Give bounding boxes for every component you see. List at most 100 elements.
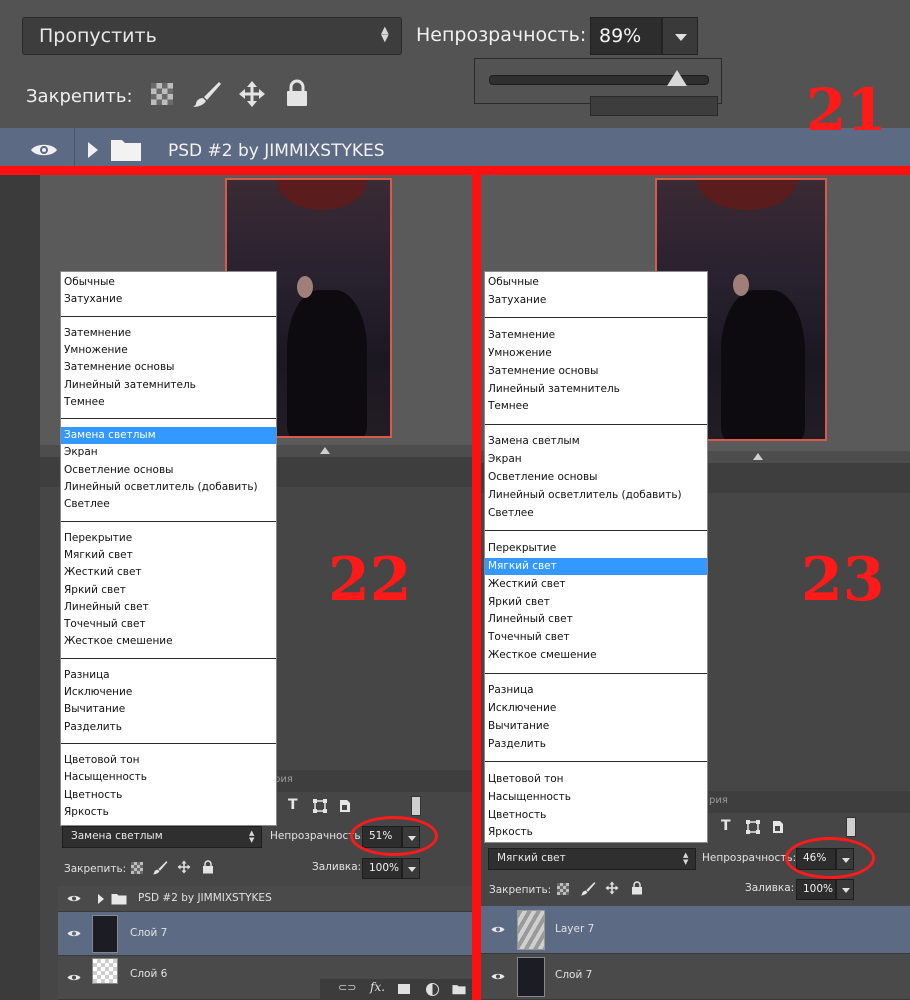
- folder-icon[interactable]: [452, 983, 466, 995]
- blend-mode-option[interactable]: Мягкий свет: [485, 557, 707, 575]
- blend-mode-option[interactable]: Мягкий свет: [61, 547, 276, 564]
- blend-mode-option[interactable]: Вычитание: [485, 718, 707, 735]
- shape-icon[interactable]: [746, 820, 760, 834]
- blend-mode-option[interactable]: Разница: [485, 682, 707, 699]
- blend-mode-option[interactable]: Линейный осветлитель (добавить): [61, 479, 276, 496]
- brush-icon[interactable]: [152, 860, 168, 875]
- link-icon[interactable]: ⊂⊃: [338, 981, 356, 994]
- blend-mode-option[interactable]: Яркий свет: [485, 594, 707, 611]
- blend-mode-option[interactable]: Яркость: [485, 824, 707, 841]
- brush-icon[interactable]: [192, 80, 221, 107]
- group-layer-row[interactable]: PSD #2 by JIMMIXSTYKES: [58, 886, 472, 912]
- blend-mode-option[interactable]: Затемнение основы: [485, 363, 707, 380]
- blend-mode-option[interactable]: Разделить: [485, 736, 707, 753]
- blend-mode-option[interactable]: Замена светлым: [485, 433, 707, 450]
- eye-icon[interactable]: [67, 973, 81, 982]
- expand-arrow-icon[interactable]: [98, 894, 104, 904]
- lock-transparency-icon[interactable]: [557, 883, 569, 895]
- text-type-icon[interactable]: T: [288, 797, 298, 813]
- smart-object-icon[interactable]: [771, 820, 785, 834]
- blend-mode-option[interactable]: Перекрытие: [485, 540, 707, 557]
- text-type-icon[interactable]: T: [721, 818, 731, 834]
- blend-mode-select[interactable]: Мягкий свет ▲ ▼: [488, 848, 696, 870]
- opacity-input[interactable]: 89%: [590, 17, 662, 55]
- scroll-thumb-icon[interactable]: [320, 447, 330, 454]
- fill-dropdown-button[interactable]: [402, 858, 420, 879]
- blend-mode-option[interactable]: Яркость: [61, 804, 276, 821]
- move-icon[interactable]: [177, 860, 191, 874]
- blend-mode-option[interactable]: Насыщенность: [485, 789, 707, 806]
- blend-mode-select[interactable]: Пропустить ▲ ▼: [22, 17, 402, 55]
- filter-toggle-icon[interactable]: [411, 796, 421, 816]
- transparent-thumbnail[interactable]: [92, 958, 118, 984]
- layer-thumbnail[interactable]: [517, 957, 545, 997]
- blend-mode-option[interactable]: Исключение: [61, 684, 276, 701]
- blend-mode-option[interactable]: Умножение: [485, 345, 707, 362]
- eye-icon[interactable]: [491, 925, 505, 934]
- move-icon[interactable]: [605, 881, 619, 895]
- blend-mode-option[interactable]: Линейный свет: [61, 599, 276, 616]
- brush-icon[interactable]: [580, 881, 596, 896]
- blend-mode-option[interactable]: Цветность: [61, 787, 276, 804]
- layer-thumbnail[interactable]: [517, 910, 545, 950]
- fill-dropdown-button[interactable]: [836, 879, 854, 900]
- blend-mode-option[interactable]: Насыщенность: [61, 769, 276, 786]
- lock-transparency-icon[interactable]: [131, 862, 143, 874]
- layer-name[interactable]: Layer 7: [555, 923, 594, 935]
- eye-icon[interactable]: [67, 894, 81, 903]
- filter-toggle-icon[interactable]: [846, 817, 856, 837]
- blend-mode-option[interactable]: Осветление основы: [61, 462, 276, 479]
- blend-mode-option[interactable]: Линейный свет: [485, 611, 707, 628]
- blend-mode-option[interactable]: Затемнение: [61, 325, 276, 342]
- blend-mode-option[interactable]: Обычные: [485, 274, 707, 291]
- blend-mode-option[interactable]: Жесткое смешение: [485, 647, 707, 664]
- blend-mode-option[interactable]: Затухание: [61, 291, 276, 308]
- blend-mode-option[interactable]: Светлее: [61, 496, 276, 513]
- blend-mode-option[interactable]: Темнее: [61, 394, 276, 411]
- adjustment-icon[interactable]: [426, 983, 439, 996]
- blend-mode-option[interactable]: Обычные: [61, 274, 276, 291]
- blend-mode-option[interactable]: Экран: [485, 451, 707, 468]
- blend-mode-option[interactable]: Разделить: [61, 719, 276, 736]
- blend-mode-option[interactable]: Яркий свет: [61, 582, 276, 599]
- blend-mode-option[interactable]: Исключение: [485, 700, 707, 717]
- blend-mode-option[interactable]: Затухание: [485, 292, 707, 309]
- move-icon[interactable]: [238, 80, 265, 107]
- blend-mode-option[interactable]: Затемнение: [485, 327, 707, 344]
- layer-row-selected[interactable]: Layer 7: [481, 906, 910, 954]
- layer-thumbnail[interactable]: [92, 915, 118, 953]
- blend-mode-select[interactable]: Замена светлым ▲ ▼: [62, 826, 262, 848]
- blend-mode-option[interactable]: Разница: [61, 667, 276, 684]
- scroll-thumb-icon[interactable]: [753, 453, 763, 460]
- blend-mode-option[interactable]: Светлее: [485, 505, 707, 522]
- blend-mode-option[interactable]: Цветовой тон: [61, 752, 276, 769]
- blend-mode-option[interactable]: Точечный свет: [485, 629, 707, 646]
- eye-icon[interactable]: [491, 972, 505, 981]
- smart-object-icon[interactable]: [338, 799, 352, 813]
- layer-row[interactable]: Слой 7: [481, 954, 910, 1000]
- lock-icon[interactable]: [285, 79, 311, 106]
- blend-mode-option[interactable]: Точечный свет: [61, 616, 276, 633]
- blend-mode-option[interactable]: Умножение: [61, 342, 276, 359]
- fill-input[interactable]: 100%: [796, 879, 836, 900]
- opacity-dropdown-button[interactable]: [662, 17, 698, 55]
- blend-mode-option[interactable]: Цветовой тон: [485, 771, 707, 788]
- blend-mode-option[interactable]: Затемнение основы: [61, 359, 276, 376]
- opacity-slider-thumb[interactable]: [667, 70, 688, 86]
- layer-row-selected[interactable]: Слой 7: [58, 912, 472, 956]
- layer-name[interactable]: Слой 7: [130, 927, 167, 939]
- lock-icon[interactable]: [202, 860, 214, 874]
- layer-name[interactable]: Слой 7: [555, 969, 592, 981]
- blend-mode-option[interactable]: Темнее: [485, 398, 707, 415]
- lock-transparency-icon[interactable]: [150, 82, 176, 108]
- blend-mode-option[interactable]: Жесткий свет: [61, 564, 276, 581]
- shape-icon[interactable]: [313, 799, 327, 813]
- blend-mode-option[interactable]: Линейный осветлитель (добавить): [485, 487, 707, 504]
- blend-mode-option[interactable]: Перекрытие: [61, 530, 276, 547]
- fx-icon[interactable]: fx.: [370, 980, 385, 994]
- eye-icon[interactable]: [67, 929, 81, 938]
- blend-mode-option[interactable]: Экран: [61, 444, 276, 461]
- blend-mode-option[interactable]: Линейный затемнитель: [485, 381, 707, 398]
- tab-fragment[interactable]: рия: [709, 795, 728, 806]
- layer-name[interactable]: Слой 6: [130, 968, 167, 980]
